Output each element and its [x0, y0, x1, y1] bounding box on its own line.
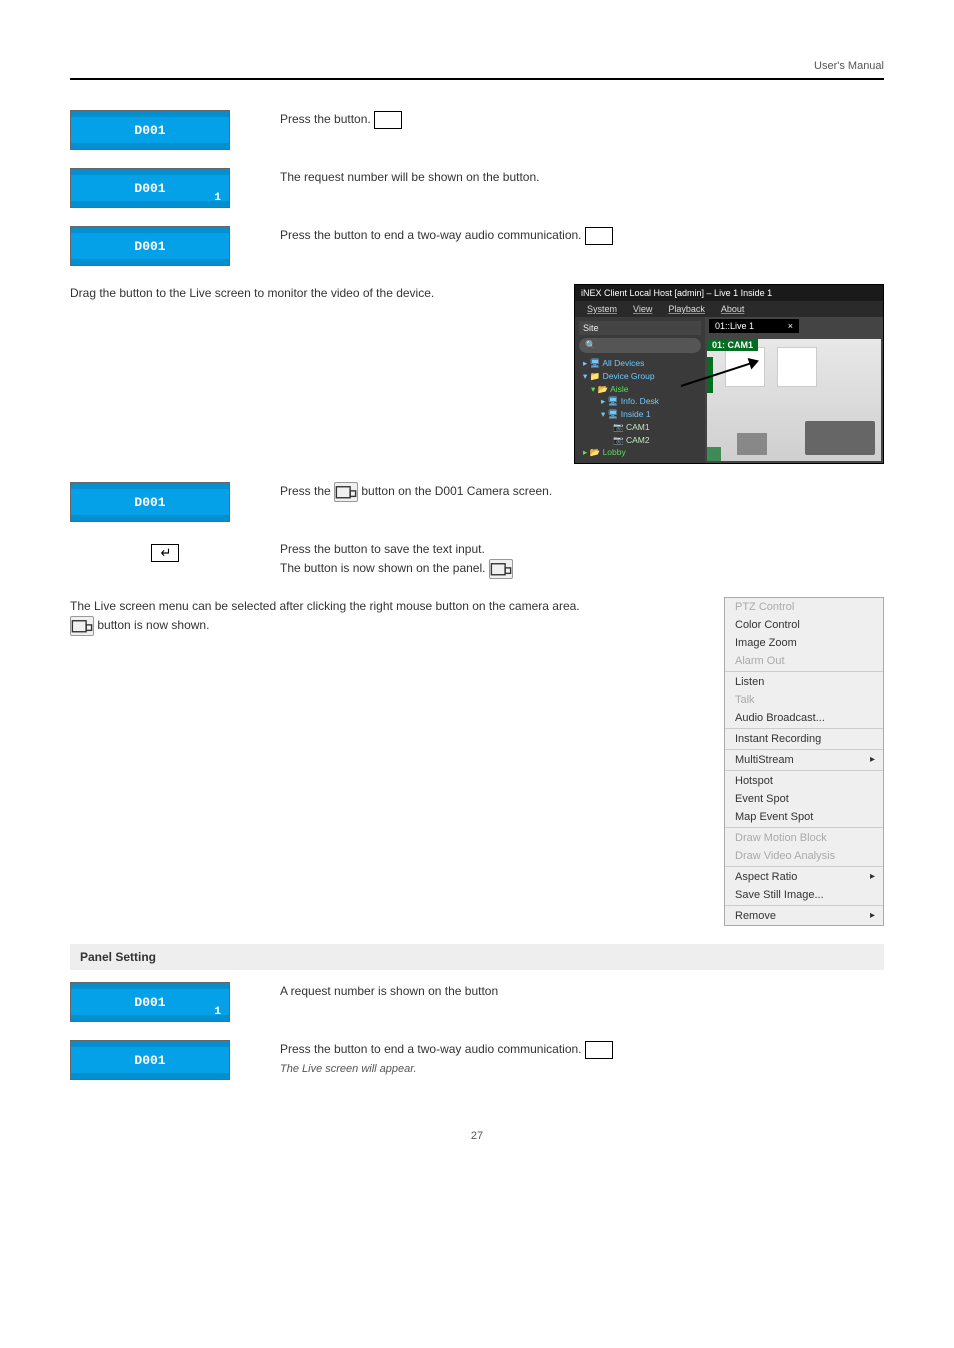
panel-button-d001-e[interactable]: D001 1 [70, 982, 230, 1022]
tree-all-devices[interactable]: ▸ 🖥 All Devices [579, 357, 701, 370]
panel-button-label: D001 [134, 123, 165, 138]
tree-inside1[interactable]: ▾ 🖥 Inside 1 [579, 408, 701, 421]
ctx-alarm[interactable]: Alarm Out [725, 652, 883, 670]
sidebar-search[interactable]: 🔍 [579, 338, 701, 353]
row-1: D001 Press the button. [70, 110, 884, 150]
tree-lobby[interactable]: ▸ 📂 Lobby [579, 446, 701, 459]
section-panel-setting: Panel Setting [70, 944, 884, 970]
menu-about[interactable]: About [721, 304, 745, 314]
device-tree: ▸ 🖥 All Devices ▾ 📁 Device Group ▾ 📂 Ais… [579, 357, 701, 459]
ctx-motion[interactable]: Draw Motion Block [725, 829, 883, 847]
camera-strip [707, 447, 721, 461]
panel-button-label: D001 [134, 495, 165, 510]
ctx-ptz[interactable]: PTZ Control [725, 598, 883, 616]
row6-text: A request number is shown on the button [260, 982, 884, 1001]
camera-panel-icon[interactable] [70, 616, 94, 636]
blank-key-a[interactable] [374, 111, 402, 129]
screenshot-row: Drag the button to the Live screen to mo… [70, 284, 884, 464]
row5-text: Press the button to save the text input.… [260, 540, 884, 579]
sidebar: Site 🔍 ▸ 🖥 All Devices ▾ 📁 Device Group … [575, 317, 705, 463]
room-detail [777, 347, 817, 387]
room-detail [737, 433, 767, 455]
panel-badge: 1 [214, 192, 221, 204]
ctx-remove[interactable]: Remove [725, 907, 883, 925]
ctx-zoom[interactable]: Image Zoom [725, 634, 883, 652]
panel-button-label: D001 [134, 995, 165, 1010]
panel-button-label: D001 [134, 181, 165, 196]
panel-badge: 1 [214, 1006, 221, 1018]
menu-playback[interactable]: Playback [668, 304, 705, 314]
panel-button-d001-c[interactable]: D001 [70, 226, 230, 266]
row1-text: Press the button. [260, 110, 884, 129]
row3-text: Press the button to end a two-way audio … [260, 226, 884, 245]
blank-key-b[interactable] [585, 227, 613, 245]
panel-button-d001-a[interactable]: D001 [70, 110, 230, 150]
page-footer: 27 [70, 1130, 884, 1142]
menu-bar: System View Playback About [575, 301, 883, 317]
camera-view[interactable]: 01: CAM1 [707, 339, 881, 461]
row-5: Press the button to save the text input.… [70, 540, 884, 579]
doc-header: User's Manual [70, 60, 884, 80]
ctx-listen[interactable]: Listen [725, 673, 883, 691]
row-2: D001 1 The request number will be shown … [70, 168, 884, 208]
row-7: D001 Press the button to end a two-way a… [70, 1040, 884, 1080]
ctx-color[interactable]: Color Control [725, 616, 883, 634]
contextmenu-desc: The Live screen menu can be selected aft… [70, 597, 700, 636]
enter-key-icon[interactable] [151, 544, 179, 562]
camera-panel-icon[interactable] [334, 482, 358, 502]
room-detail [725, 347, 765, 387]
ctx-audio[interactable]: Audio Broadcast... [725, 709, 883, 727]
contextmenu-row: The Live screen menu can be selected aft… [70, 597, 884, 926]
row7-text: Press the button to end a two-way audio … [260, 1040, 884, 1079]
tree-device-group[interactable]: ▾ 📁 Device Group [579, 370, 701, 383]
screenshot-row-text: Drag the button to the Live screen to mo… [70, 284, 550, 464]
camera-panel-icon[interactable] [489, 559, 513, 579]
context-menu: PTZ Control Color Control Image Zoom Ala… [724, 597, 884, 926]
row4-text: Press the button on the D001 Camera scre… [260, 482, 884, 502]
ctx-multistream[interactable]: MultiStream [725, 751, 883, 769]
row2-text: The request number will be shown on the … [260, 168, 884, 187]
panel-button-label: D001 [134, 239, 165, 254]
menu-system[interactable]: System [587, 304, 617, 314]
panel-button-d001-f[interactable]: D001 [70, 1040, 230, 1080]
tree-cam1[interactable]: 📷 CAM1 [579, 421, 701, 434]
room-detail [805, 421, 875, 455]
window-titlebar: iNEX Client Local Host [admin] – Live 1 … [575, 285, 883, 301]
ctx-instant[interactable]: Instant Recording [725, 730, 883, 748]
ctx-talk[interactable]: Talk [725, 691, 883, 709]
panel-button-d001-d[interactable]: D001 [70, 482, 230, 522]
tree-info-desk[interactable]: ▸ 🖥 Info. Desk [579, 395, 701, 408]
tree-cam2[interactable]: 📷 CAM2 [579, 434, 701, 447]
ctx-eventspot[interactable]: Event Spot [725, 790, 883, 808]
panel-button-label: D001 [134, 1053, 165, 1068]
live-pane: 01::Live 1× 01: CAM1 [705, 317, 883, 463]
doc-title: User's Manual [814, 60, 884, 72]
ctx-aspect[interactable]: Aspect Ratio [725, 868, 883, 886]
blank-key-c[interactable] [585, 1041, 613, 1059]
camera-label: 01: CAM1 [707, 339, 758, 351]
panel-button-d001-badge[interactable]: D001 1 [70, 168, 230, 208]
row-6: D001 1 A request number is shown on the … [70, 982, 884, 1022]
close-icon[interactable]: × [788, 321, 793, 331]
ctx-analysis[interactable]: Draw Video Analysis [725, 847, 883, 865]
app-screenshot: iNEX Client Local Host [admin] – Live 1 … [574, 284, 884, 464]
ctx-mapeventspot[interactable]: Map Event Spot [725, 808, 883, 826]
ctx-save[interactable]: Save Still Image... [725, 886, 883, 904]
row-4: D001 Press the button on the D001 Camera… [70, 482, 884, 522]
sidebar-title: Site [579, 321, 701, 335]
live-tab[interactable]: 01::Live 1× [709, 319, 799, 333]
menu-view[interactable]: View [633, 304, 652, 314]
row-3: D001 Press the button to end a two-way a… [70, 226, 884, 266]
ctx-hotspot[interactable]: Hotspot [725, 772, 883, 790]
